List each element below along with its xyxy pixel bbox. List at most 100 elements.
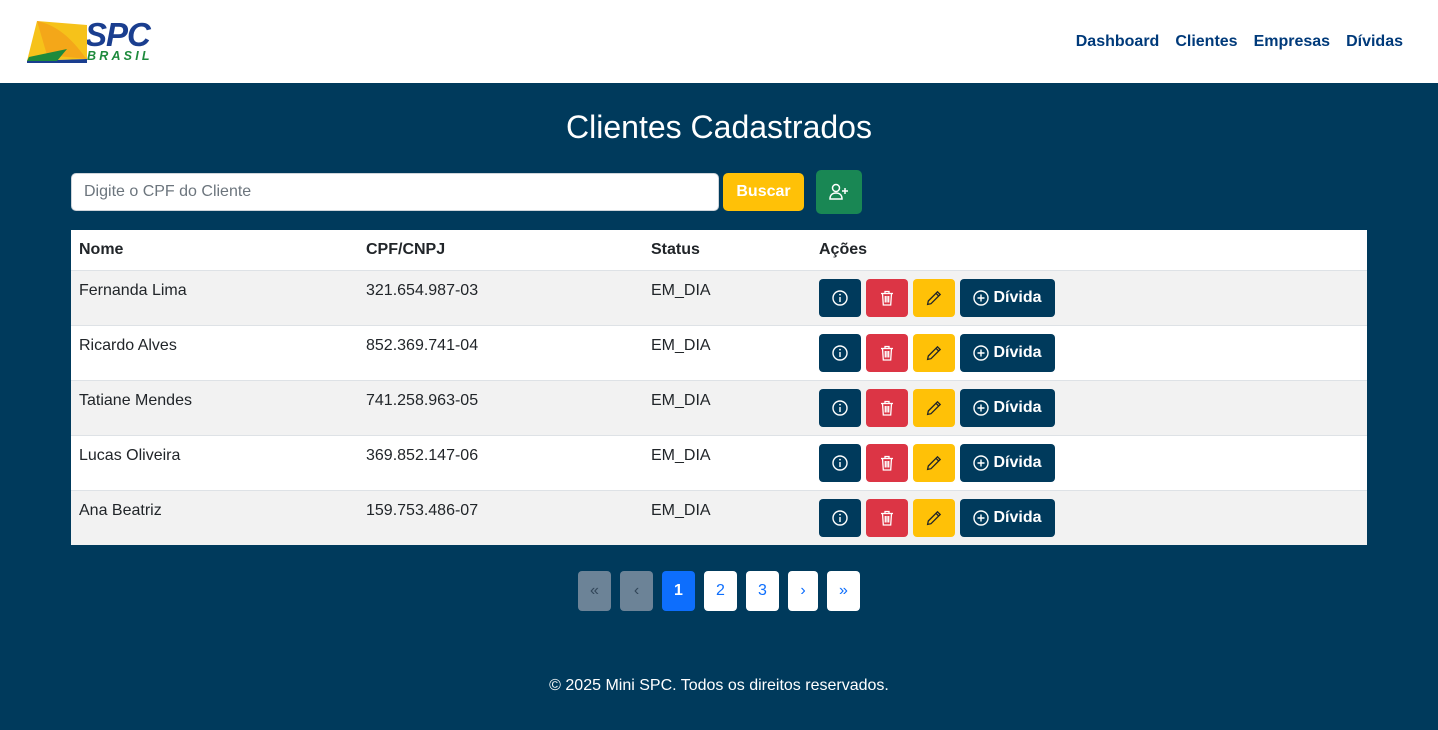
plus-circle-icon xyxy=(973,344,990,361)
view-details-button[interactable] xyxy=(819,498,861,537)
add-divida-label: Dívida xyxy=(993,343,1042,361)
page-first-button[interactable]: « xyxy=(578,571,611,611)
pencil-icon xyxy=(926,510,942,525)
table-row: Lucas Oliveira 369.852.147-06 EM_DIA Dívida xyxy=(71,435,1367,491)
cell-cpf: 321.654.987-03 xyxy=(358,270,643,326)
nav-clientes[interactable]: Clientes xyxy=(1175,33,1237,51)
header-acoes: Ações xyxy=(811,230,1367,271)
cell-status: EM_DIA xyxy=(643,490,811,545)
cell-cpf: 852.369.741-04 xyxy=(358,325,643,381)
add-divida-label: Dívida xyxy=(993,288,1042,306)
view-details-button[interactable] xyxy=(819,278,861,317)
logo-brasil-text: BRASIL xyxy=(87,48,153,63)
add-divida-button[interactable]: Dívida xyxy=(960,443,1055,482)
pagination: « ‹ 1 2 3 › » xyxy=(71,571,1367,611)
add-divida-button[interactable]: Dívida xyxy=(960,278,1055,317)
table-header-row: Nome CPF/CNPJ Status Ações xyxy=(71,230,1367,271)
footer-copyright: © 2025 Mini SPC. Todos os direitos reser… xyxy=(549,677,889,694)
add-divida-label: Dívida xyxy=(993,398,1042,416)
table-row: Fernanda Lima 321.654.987-03 EM_DIA Dívida xyxy=(71,270,1367,326)
info-icon xyxy=(832,399,848,416)
info-icon xyxy=(832,509,848,526)
plus-circle-icon xyxy=(973,454,990,471)
cell-cpf: 369.852.147-06 xyxy=(358,435,643,491)
add-divida-button[interactable]: Dívida xyxy=(960,498,1055,537)
view-details-button[interactable] xyxy=(819,443,861,482)
nav-empresas[interactable]: Empresas xyxy=(1254,33,1331,51)
page-last-button[interactable]: » xyxy=(827,571,860,611)
page-1-button[interactable]: 1 xyxy=(662,571,695,611)
info-icon xyxy=(832,289,848,306)
cell-acoes: Dívida xyxy=(811,270,1367,326)
main-content: Clientes Cadastrados Buscar Nome CPF/CNP… xyxy=(0,108,1438,695)
add-divida-label: Dívida xyxy=(993,453,1042,471)
edit-button[interactable] xyxy=(913,498,955,537)
pencil-icon xyxy=(926,290,942,305)
cell-nome: Lucas Oliveira xyxy=(71,435,358,491)
cell-acoes: Dívida xyxy=(811,435,1367,491)
nav-dividas[interactable]: Dívidas xyxy=(1346,33,1403,51)
cell-nome: Fernanda Lima xyxy=(71,270,358,326)
delete-button[interactable] xyxy=(866,333,908,372)
cell-nome: Tatiane Mendes xyxy=(71,380,358,436)
plus-circle-icon xyxy=(973,399,990,416)
header-nome: Nome xyxy=(71,230,358,271)
edit-button[interactable] xyxy=(913,333,955,372)
cell-acoes: Dívida xyxy=(811,380,1367,436)
cell-status: EM_DIA xyxy=(643,380,811,436)
trash-icon xyxy=(881,455,893,471)
delete-button[interactable] xyxy=(866,278,908,317)
pencil-icon xyxy=(926,345,942,360)
navbar: SPC BRASIL Dashboard Clientes Empresas D… xyxy=(0,0,1438,83)
plus-circle-icon xyxy=(973,509,990,526)
edit-button[interactable] xyxy=(913,443,955,482)
row-actions: Dívida xyxy=(819,333,1359,372)
cell-nome: Ana Beatriz xyxy=(71,490,358,545)
delete-button[interactable] xyxy=(866,443,908,482)
info-icon xyxy=(832,454,848,471)
cell-status: EM_DIA xyxy=(643,325,811,381)
spc-brasil-logo[interactable]: SPC BRASIL xyxy=(27,15,153,65)
page-next-button[interactable]: › xyxy=(788,571,818,611)
header-status: Status xyxy=(643,230,811,271)
pencil-icon xyxy=(926,455,942,470)
view-details-button[interactable] xyxy=(819,388,861,427)
page-2-button[interactable]: 2 xyxy=(704,571,737,611)
cell-cpf: 159.753.486-07 xyxy=(358,490,643,545)
trash-icon xyxy=(881,290,893,306)
page-title: Clientes Cadastrados xyxy=(566,109,872,145)
add-divida-button[interactable]: Dívida xyxy=(960,388,1055,427)
add-divida-button[interactable]: Dívida xyxy=(960,333,1055,372)
cell-cpf: 741.258.963-05 xyxy=(358,380,643,436)
cell-acoes: Dívida xyxy=(811,325,1367,381)
add-client-button[interactable] xyxy=(816,170,862,214)
row-actions: Dívida xyxy=(819,388,1359,427)
cell-nome: Ricardo Alves xyxy=(71,325,358,381)
page-prev-button[interactable]: ‹ xyxy=(620,571,653,611)
clients-table: Nome CPF/CNPJ Status Ações Fernanda Lima… xyxy=(71,230,1367,545)
cell-status: EM_DIA xyxy=(643,435,811,491)
edit-button[interactable] xyxy=(913,388,955,427)
cpf-search-input[interactable] xyxy=(71,173,719,211)
nav-dashboard[interactable]: Dashboard xyxy=(1076,33,1160,51)
trash-icon xyxy=(881,510,893,526)
row-actions: Dívida xyxy=(819,498,1359,537)
trash-icon xyxy=(881,400,893,416)
delete-button[interactable] xyxy=(866,498,908,537)
add-divida-label: Dívida xyxy=(993,508,1042,526)
search-button[interactable]: Buscar xyxy=(723,173,804,211)
view-details-button[interactable] xyxy=(819,333,861,372)
spc-logo-mark-icon xyxy=(27,20,87,63)
edit-button[interactable] xyxy=(913,278,955,317)
info-icon xyxy=(832,344,848,361)
plus-circle-icon xyxy=(973,289,990,306)
search-bar: Buscar xyxy=(71,170,1367,214)
page-3-button[interactable]: 3 xyxy=(746,571,779,611)
delete-button[interactable] xyxy=(866,388,908,427)
user-plus-icon xyxy=(829,183,848,200)
table-row: Ana Beatriz 159.753.486-07 EM_DIA Dívida xyxy=(71,490,1367,545)
logo-spc-text: SPC xyxy=(85,15,151,53)
row-actions: Dívida xyxy=(819,278,1359,317)
header-cpf: CPF/CNPJ xyxy=(358,230,643,271)
row-actions: Dívida xyxy=(819,443,1359,482)
